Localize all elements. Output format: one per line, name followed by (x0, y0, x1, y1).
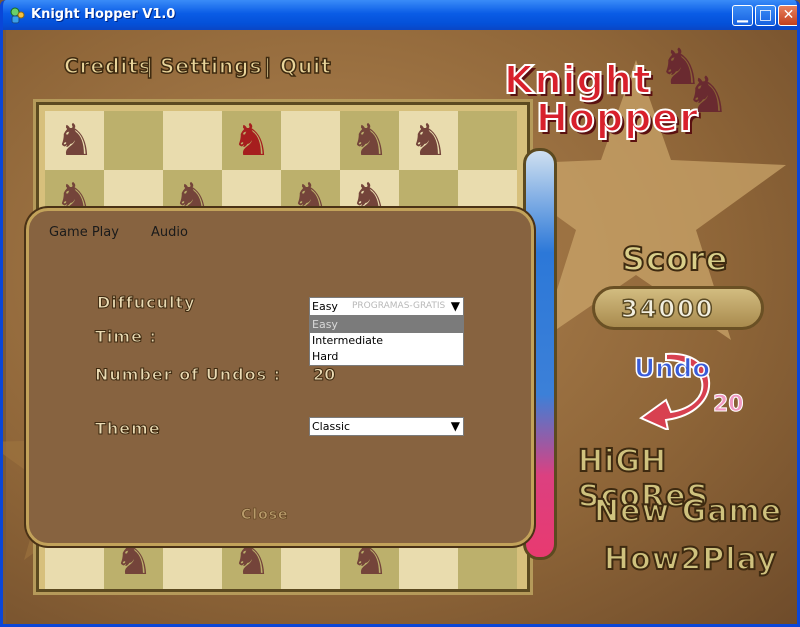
title-bar[interactable]: Knight Hopper V1.0 ▁ □ ✕ (3, 0, 797, 30)
theme-label: Theme (95, 419, 161, 439)
board-square[interactable] (104, 111, 163, 170)
how2play-button[interactable]: How2Play (603, 541, 777, 578)
difficulty-value: Easy (312, 300, 338, 313)
credits-menu[interactable]: Credits (63, 53, 152, 79)
undos-label: Number of Undos : (94, 365, 282, 385)
theme-select[interactable]: Classic ▼ (309, 417, 464, 436)
board-square[interactable]: ♞ (222, 111, 281, 170)
dropdown-arrow-icon: ▼ (450, 419, 460, 433)
board-square[interactable] (458, 111, 517, 170)
quit-menu[interactable]: Quit (279, 53, 332, 79)
game-area: Credits | Settings | Quit Knight Hopper … (3, 30, 797, 624)
difficulty-option[interactable]: Intermediate (310, 333, 463, 349)
difficulty-option[interactable]: Easy (310, 317, 463, 333)
undo-button[interactable]: Undo (633, 353, 711, 385)
dropdown-arrow-icon: ▼ (450, 299, 460, 313)
watermark: PROGRAMAS-GRATIS (352, 301, 446, 311)
time-label: Time : (95, 327, 157, 347)
difficulty-select[interactable]: Easy PROGRAMAS-GRATIS ▼ (309, 297, 464, 316)
settings-menu[interactable]: Settings (159, 53, 262, 79)
settings-dialog: Game Play Audio Diffuculty Easy PROGRAMA… (26, 208, 534, 546)
difficulty-dropdown-list: Easy Intermediate Hard (309, 316, 464, 366)
tab-audio[interactable]: Audio (151, 225, 188, 240)
theme-value: Classic (312, 420, 351, 433)
selected-knight-icon[interactable]: ♞ (222, 111, 281, 170)
logo-knight-icon: ♞ (685, 66, 730, 124)
knight-piece-icon[interactable]: ♞ (45, 111, 104, 170)
knight-piece-icon[interactable]: ♞ (340, 111, 399, 170)
menu-separator: | (263, 53, 273, 79)
window-title: Knight Hopper V1.0 (31, 7, 176, 22)
undo-count: 20 (713, 392, 745, 418)
board-square[interactable]: ♞ (399, 111, 458, 170)
difficulty-label: Diffuculty (97, 293, 196, 313)
minimize-button[interactable]: ▁ (732, 5, 753, 26)
close-dialog-button[interactable]: Close (241, 507, 289, 524)
tab-game-play[interactable]: Game Play (49, 225, 119, 240)
board-square[interactable]: ♞ (340, 111, 399, 170)
new-game-button[interactable]: New Game (593, 493, 782, 530)
app-icon (10, 7, 25, 24)
app-window: Knight Hopper V1.0 ▁ □ ✕ Credits | Setti… (0, 0, 800, 627)
difficulty-option[interactable]: Hard (310, 349, 463, 365)
close-window-button[interactable]: ✕ (778, 5, 797, 26)
score-value: 34000 (620, 294, 715, 324)
board-square[interactable] (163, 111, 222, 170)
menu-separator: | (145, 53, 155, 79)
minimize-icon: ▁ (737, 7, 748, 23)
undos-value[interactable]: 20 (312, 365, 335, 385)
logo-line2: Hopper (535, 95, 699, 141)
board-square[interactable]: ♞ (45, 111, 104, 170)
score-box: 34000 (592, 286, 764, 330)
maximize-icon: □ (758, 7, 773, 23)
score-label: Score (621, 239, 729, 279)
knight-piece-icon[interactable]: ♞ (399, 111, 458, 170)
close-icon: ✕ (782, 7, 795, 23)
maximize-button[interactable]: □ (755, 5, 776, 26)
board-square[interactable] (281, 111, 340, 170)
